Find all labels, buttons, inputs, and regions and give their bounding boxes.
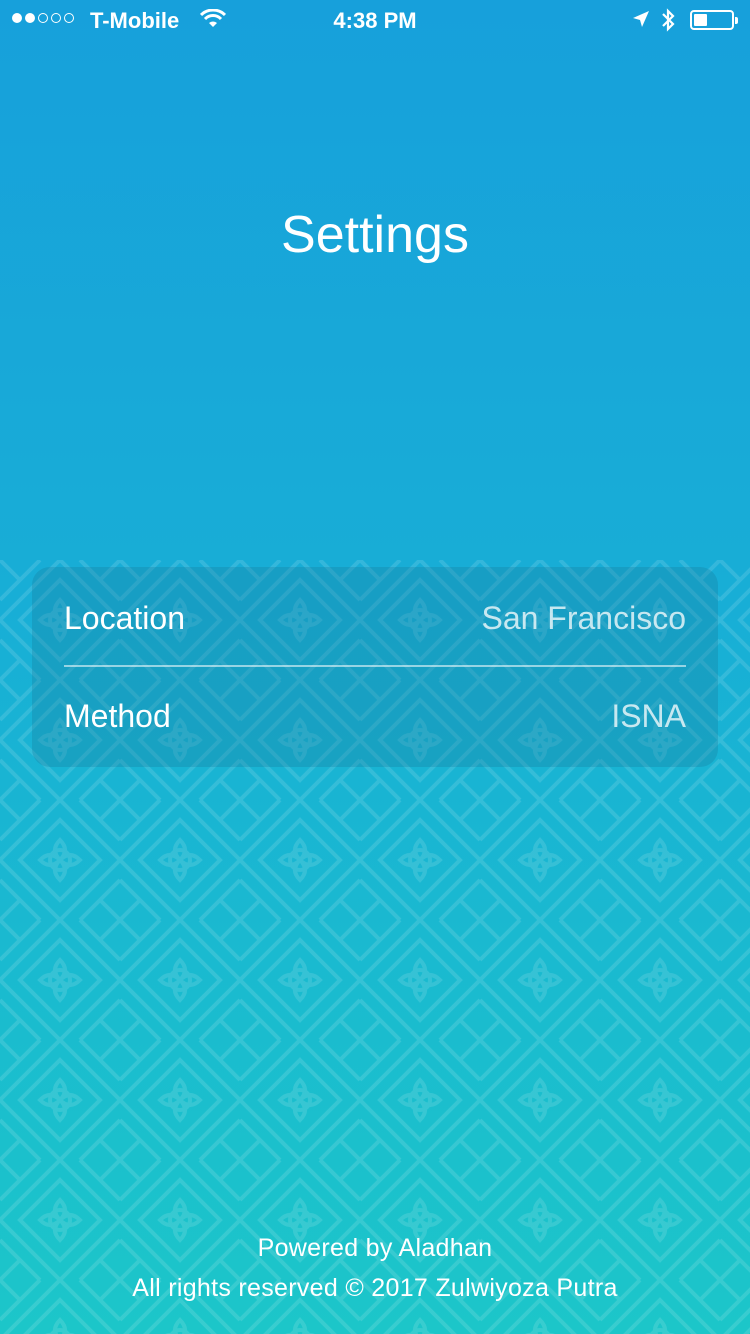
location-label: Location bbox=[64, 599, 185, 636]
location-value: San Francisco bbox=[481, 599, 686, 636]
location-arrow-icon bbox=[633, 11, 649, 27]
method-row[interactable]: Method ISNA bbox=[64, 667, 686, 765]
battery-icon bbox=[690, 10, 738, 30]
method-label: Method bbox=[64, 697, 171, 734]
settings-card: Location San Francisco Method ISNA bbox=[32, 567, 718, 767]
copyright-text: All rights reserved © 2017 Zulwiyoza Put… bbox=[132, 1274, 618, 1302]
battery-level bbox=[694, 14, 707, 26]
settings-screen: T-Mobile 4:38 PM Settings Location San F… bbox=[0, 0, 750, 1334]
powered-by-text: Powered by Aladhan bbox=[257, 1234, 493, 1262]
page-title: Settings bbox=[281, 206, 469, 264]
bluetooth-icon bbox=[662, 8, 675, 32]
method-value: ISNA bbox=[611, 697, 686, 734]
status-bar: T-Mobile 4:38 PM bbox=[0, 0, 750, 40]
footer: Powered by Aladhan All rights reserved ©… bbox=[0, 1228, 750, 1308]
location-row[interactable]: Location San Francisco bbox=[64, 569, 686, 667]
